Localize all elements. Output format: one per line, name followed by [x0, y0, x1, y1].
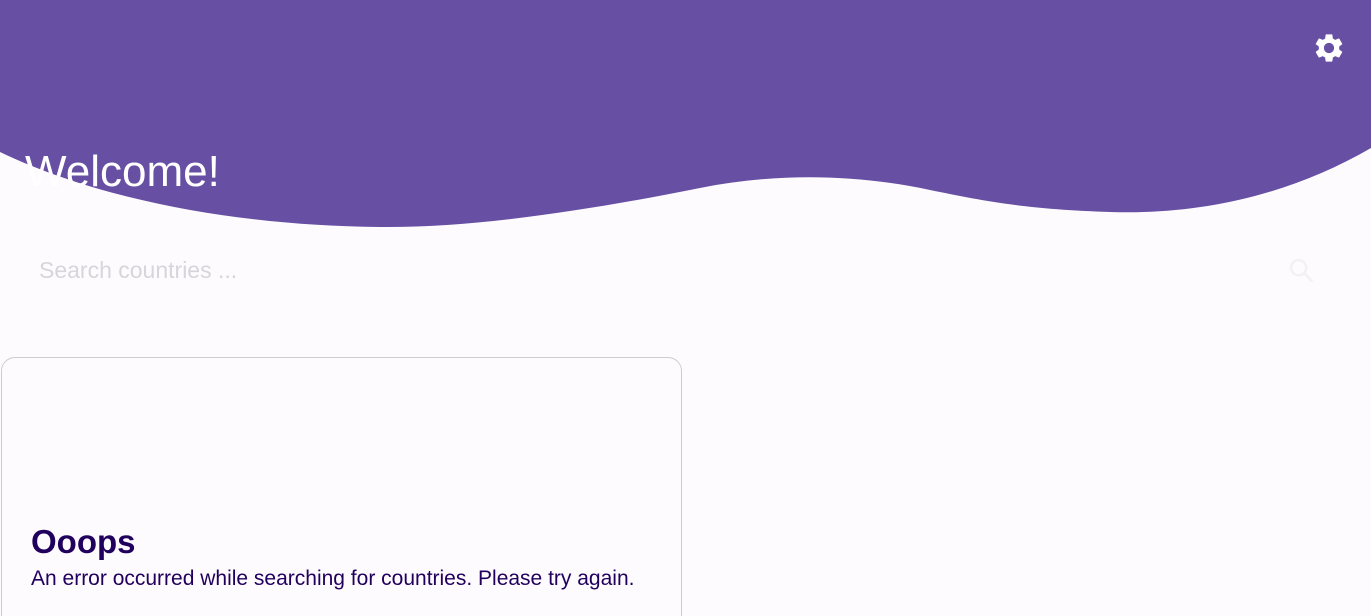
search-icon[interactable] — [1287, 256, 1315, 284]
welcome-heading: Welcome! — [25, 147, 220, 196]
settings-button[interactable] — [1309, 28, 1349, 68]
search-input[interactable] — [22, 244, 1272, 296]
gear-icon — [1315, 34, 1343, 62]
error-title: Ooops — [31, 523, 136, 560]
app-page: Welcome! Ooops An error occurred while s… — [0, 0, 1371, 616]
error-message: An error occurred while searching for co… — [31, 567, 635, 590]
header-wave-background — [0, 0, 1371, 228]
search-bar — [22, 244, 1332, 296]
error-card: Ooops An error occurred while searching … — [1, 357, 682, 616]
